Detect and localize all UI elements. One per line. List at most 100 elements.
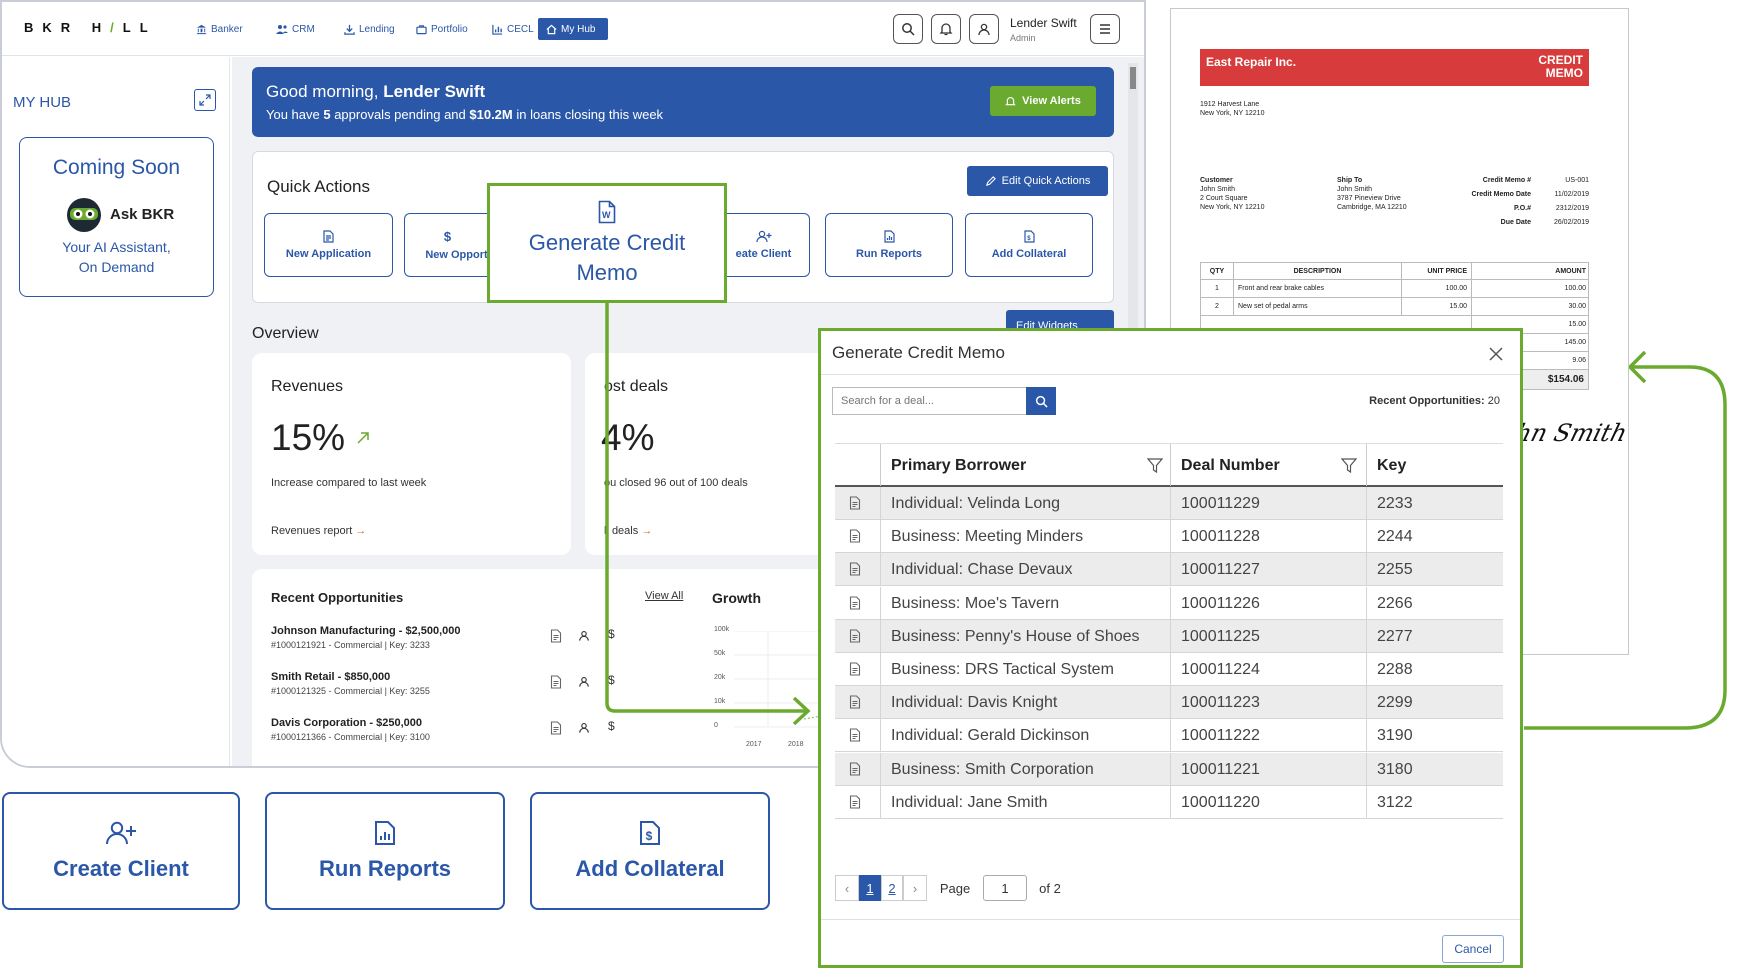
col-primary-borrower[interactable]: Primary Borrower <box>891 444 1026 488</box>
page-1-button[interactable]: 1 <box>859 875 881 901</box>
create-client-button[interactable]: Create Client <box>2 792 240 910</box>
deal-borrower: Business: Penny's House of Shoes <box>891 627 1140 645</box>
next-page-button[interactable]: › <box>903 875 927 901</box>
customer-line: New York, NY 12210 <box>1200 204 1265 211</box>
col-divider <box>1170 487 1171 520</box>
run-reports-button[interactable]: Run Reports <box>265 792 505 910</box>
col-divider <box>1366 487 1367 520</box>
page-label: Page <box>939 880 971 896</box>
col-divider <box>1170 586 1171 620</box>
deal-borrower: Business: Moe's Tavern <box>891 594 1060 612</box>
ship-to-line: Cambridge, MA 12210 <box>1337 204 1407 211</box>
deal-search-input[interactable] <box>832 387 1027 415</box>
memo-meta-value: 2312/2019 <box>1555 205 1589 212</box>
memo-customer: Customer John Smith 2 Court Square New York… <box>1200 177 1265 211</box>
deal-number: 100011229 <box>1181 495 1260 512</box>
deal-search-button[interactable] <box>1026 387 1056 415</box>
deal-number: 100011222 <box>1181 727 1260 745</box>
col-divider <box>1366 586 1367 620</box>
col-divider <box>1170 785 1171 819</box>
memo-cell: QTY <box>1209 268 1225 275</box>
col-key[interactable]: Key <box>1377 444 1406 488</box>
memo-cell: 30.00 <box>1471 298 1590 315</box>
deal-key: 3122 <box>1377 793 1413 811</box>
deal-borrower: Business: DRS Tactical System <box>891 661 1114 678</box>
memo-cell: 2 <box>1215 303 1219 310</box>
filter-icon[interactable] <box>1341 458 1357 473</box>
deal-key: 2266 <box>1377 594 1413 612</box>
memo-cell: UNIT PRICE <box>1401 263 1471 280</box>
close-icon[interactable] <box>1489 347 1503 361</box>
col-deal-number[interactable]: Deal Number <box>1181 444 1280 488</box>
memo-meta-label: P.O.# <box>1514 205 1531 212</box>
customer-line: John Smith <box>1200 186 1236 193</box>
recent-opportunities-count: Recent Opportunities: 20 <box>1369 395 1500 407</box>
memo-meta-row: Credit Memo # US-001 <box>1471 177 1589 191</box>
deal-row[interactable]: Business: Penny's House of Shoes 10001122… <box>835 619 1503 653</box>
row-icon-cell <box>835 686 881 720</box>
deal-borrower: Individual: Davis Knight <box>891 694 1058 712</box>
deal-row[interactable]: Business: Meeting Minders 100011228 2244 <box>835 520 1503 554</box>
deal-row[interactable]: Individual: Gerald Dickinson 100011222 319… <box>835 719 1503 753</box>
memo-table-row: 1 Front and rear brake cables 100.00 100.00 <box>1200 280 1589 298</box>
col-divider <box>1170 752 1171 786</box>
page-number-input[interactable]: 1 <box>983 875 1027 901</box>
deal-row[interactable]: Individual: Velinda Long 100011229 2233 <box>835 487 1503 520</box>
memo-company: East Repair Inc. <box>1206 55 1297 69</box>
deal-number: 100011223 <box>1181 694 1260 712</box>
memo-title: CREDIT MEMO <box>1538 53 1583 80</box>
header-icon-cell <box>835 444 881 486</box>
deal-key: 2255 <box>1377 561 1413 579</box>
modal-title: Generate Credit Memo <box>832 343 1005 362</box>
page-total: of 2 <box>1039 880 1061 896</box>
deal-row[interactable]: Individual: Chase Devaux 100011227 2255 <box>835 553 1503 587</box>
deals-table-header: Primary Borrower Deal Number Key <box>835 443 1503 487</box>
page-2-button[interactable]: 2 <box>881 875 903 901</box>
col-divider <box>1366 520 1367 554</box>
deal-row[interactable]: Business: Smith Corporation 100011221 3180 <box>835 752 1503 786</box>
search-icon <box>1035 395 1048 408</box>
col-divider <box>1170 719 1171 753</box>
col-divider <box>1366 752 1367 786</box>
deal-row[interactable]: Individual: Jane Smith 100011220 3122 <box>835 785 1503 819</box>
col-divider <box>1170 444 1171 486</box>
col-divider <box>1170 553 1171 587</box>
filter-icon[interactable] <box>1147 458 1163 473</box>
prev-page-button[interactable]: ‹ <box>835 875 859 901</box>
col-divider <box>1366 619 1367 653</box>
memo-meta: Credit Memo # US-001 Credit Memo Date 11/02… <box>1471 177 1589 233</box>
deal-row[interactable]: Business: DRS Tactical System 100011224 22… <box>835 653 1503 686</box>
report-icon <box>375 821 395 845</box>
cancel-button[interactable]: Cancel <box>1442 935 1504 963</box>
row-icon-cell <box>835 487 881 520</box>
memo-meta-row: Due Date 26/02/2019 <box>1471 219 1589 233</box>
memo-meta-row: Credit Memo Date 11/02/2019 <box>1471 191 1589 205</box>
memo-signature: hn Smith <box>1512 419 1631 447</box>
deal-borrower: Individual: Velinda Long <box>891 495 1061 512</box>
deals-table: Primary Borrower Deal Number Key Individ… <box>835 443 1503 853</box>
deal-row[interactable]: Individual: Davis Knight 100011223 2299 <box>835 686 1503 720</box>
memo-meta-value: 26/02/2019 <box>1553 219 1589 226</box>
svg-text:$: $ <box>646 829 653 843</box>
deal-key: 3190 <box>1377 727 1413 745</box>
row-icon-cell <box>835 553 881 587</box>
ship-to-line: John Smith <box>1337 186 1373 193</box>
memo-cell: 1 <box>1215 285 1219 292</box>
row-icon-cell <box>835 653 881 686</box>
deal-number: 100011227 <box>1181 561 1260 579</box>
deal-key: 2288 <box>1377 661 1413 678</box>
collateral-document-icon: $ <box>640 821 660 845</box>
row-icon-cell <box>835 719 881 753</box>
col-divider <box>1170 619 1171 653</box>
row-icon-cell <box>835 752 881 786</box>
deal-number: 100011226 <box>1181 594 1260 612</box>
generate-credit-memo-modal: Generate Credit Memo Recent Opportunitie… <box>818 328 1523 968</box>
deal-borrower: Individual: Chase Devaux <box>891 561 1073 579</box>
deal-row[interactable]: Business: Moe's Tavern 100011226 2266 <box>835 586 1503 620</box>
memo-ship-to: Ship To John Smith 3787 Pineview Drive Camb… <box>1337 177 1407 211</box>
col-divider <box>1366 686 1367 720</box>
row-icon-cell <box>835 520 881 554</box>
memo-meta-label: Credit Memo Date <box>1471 191 1531 198</box>
add-collateral-button[interactable]: $ Add Collateral <box>530 792 770 910</box>
deal-key: 2244 <box>1377 528 1413 546</box>
